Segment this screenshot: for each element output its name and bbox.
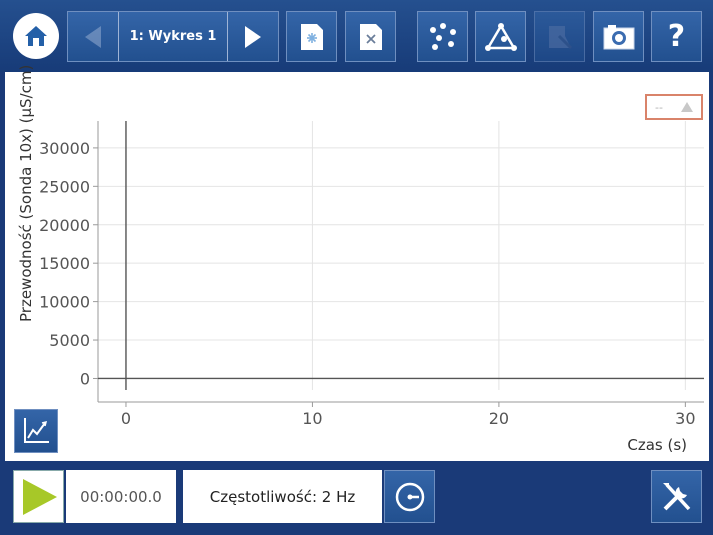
y-tick-label: 20000: [39, 216, 90, 235]
x-tick-label: 30: [675, 409, 695, 428]
help-button[interactable]: ?: [651, 11, 702, 62]
home-icon: [25, 26, 47, 46]
y-tick-label: 10000: [39, 293, 90, 312]
graph-selector[interactable]: 1: Wykres 1: [119, 12, 227, 61]
prev-graph-button[interactable]: [68, 12, 118, 61]
elapsed-timer: 00:00:00.0: [66, 470, 176, 523]
graph-navigator: 1: Wykres 1: [67, 11, 279, 62]
collect-button[interactable]: [13, 470, 64, 523]
autoscale-button[interactable]: [14, 409, 58, 453]
delete-data-set-button[interactable]: [345, 11, 396, 62]
graph-name: 1: Wykres 1: [129, 29, 217, 44]
annotate-button[interactable]: [534, 11, 585, 62]
top-toolbar: 1: Wykres 1 ?: [0, 0, 713, 72]
show-points-button[interactable]: [417, 11, 468, 62]
prev-icon: [85, 25, 101, 48]
delete-data-icon: [359, 23, 382, 50]
x-tick-label: 0: [121, 409, 131, 428]
y-tick-label: 25000: [39, 177, 90, 196]
next-icon: [245, 25, 261, 48]
x-tick-label: 20: [489, 409, 509, 428]
clock-icon: [395, 482, 424, 511]
tools-icon: [662, 482, 690, 510]
settings-button[interactable]: [651, 470, 702, 523]
autoscale-icon: [24, 418, 49, 443]
points-icon: [429, 22, 456, 50]
sampling-rate: Częstotliwość: 2 Hz: [183, 470, 382, 523]
lines-icon: [484, 22, 517, 51]
y-axis-label: Przewodność (Sonda 10x) (µS/cm): [17, 64, 35, 322]
x-axis-label: Czas (s): [627, 436, 687, 454]
y-tick-label: 15000: [39, 254, 90, 273]
bottom-bar: 00:00:00.0 Częstotliwość: 2 Hz: [0, 461, 713, 535]
next-graph-button[interactable]: [228, 12, 278, 61]
snapshot-icon: [603, 24, 634, 49]
chart-plot: 0 5000 10000 15000 20000 25000 30000 0 10 20 30: [39, 121, 704, 428]
play-icon: [22, 478, 57, 515]
snapshot-button[interactable]: [593, 11, 644, 62]
annotate-icon: [548, 25, 572, 49]
home-button[interactable]: [13, 13, 59, 59]
new-data-icon: [300, 23, 323, 50]
new-data-set-button[interactable]: [286, 11, 337, 62]
graph-area: -- 0 5000 10000 15000 20000 25000 30000 0 10 20 30…: [5, 65, 709, 461]
sampling-settings-button[interactable]: [384, 470, 435, 523]
y-tick-label: 30000: [39, 139, 90, 158]
connect-lines-button[interactable]: [475, 11, 526, 62]
help-icon: ?: [667, 19, 686, 54]
y-tick-label: 0: [80, 369, 90, 388]
x-tick-label: 10: [302, 409, 322, 428]
y-tick-label: 5000: [49, 331, 90, 350]
